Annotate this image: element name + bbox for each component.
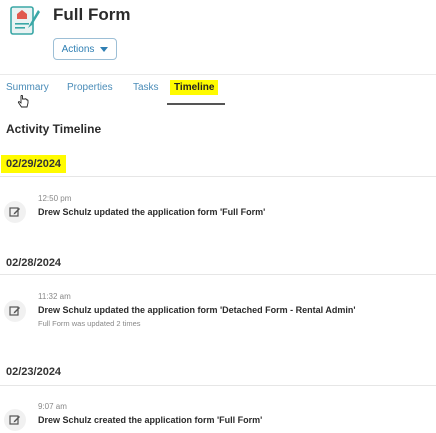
edit-icon — [4, 300, 26, 322]
timeline-description: Drew Schulz updated the application form… — [38, 305, 356, 315]
tab-properties[interactable]: Properties — [67, 82, 113, 93]
timeline-time: 11:32 am — [38, 292, 71, 301]
timeline-note: Full Form was updated 2 times — [38, 319, 141, 328]
divider — [0, 274, 436, 275]
tab-bar: Summary Properties Tasks Timeline — [0, 74, 436, 105]
timeline-date: 02/28/2024 — [6, 257, 62, 269]
chevron-down-icon — [100, 46, 109, 52]
tab-tasks[interactable]: Tasks — [133, 82, 159, 93]
edit-icon — [4, 409, 26, 431]
page-header: Full Form Actions — [0, 0, 436, 74]
timeline-time: 12:50 pm — [38, 194, 72, 203]
active-tab-underline — [167, 103, 225, 105]
edit-icon — [4, 201, 26, 223]
timeline-description: Drew Schulz updated the application form… — [38, 207, 266, 217]
divider — [0, 385, 436, 386]
form-icon — [10, 6, 40, 35]
actions-button[interactable]: Actions — [53, 38, 117, 60]
page-title: Full Form — [53, 5, 131, 24]
timeline-time: 9:07 am — [38, 402, 67, 411]
tab-summary[interactable]: Summary — [6, 82, 49, 93]
timeline-description: Drew Schulz created the application form… — [38, 415, 263, 425]
section-title: Activity Timeline — [6, 122, 102, 136]
timeline-date: 02/23/2024 — [6, 366, 62, 378]
tab-timeline[interactable]: Timeline — [170, 80, 219, 95]
divider — [0, 176, 436, 177]
hand-cursor-icon — [17, 95, 29, 108]
actions-button-label: Actions — [61, 43, 95, 55]
timeline-date: 02/29/2024 — [1, 155, 67, 173]
